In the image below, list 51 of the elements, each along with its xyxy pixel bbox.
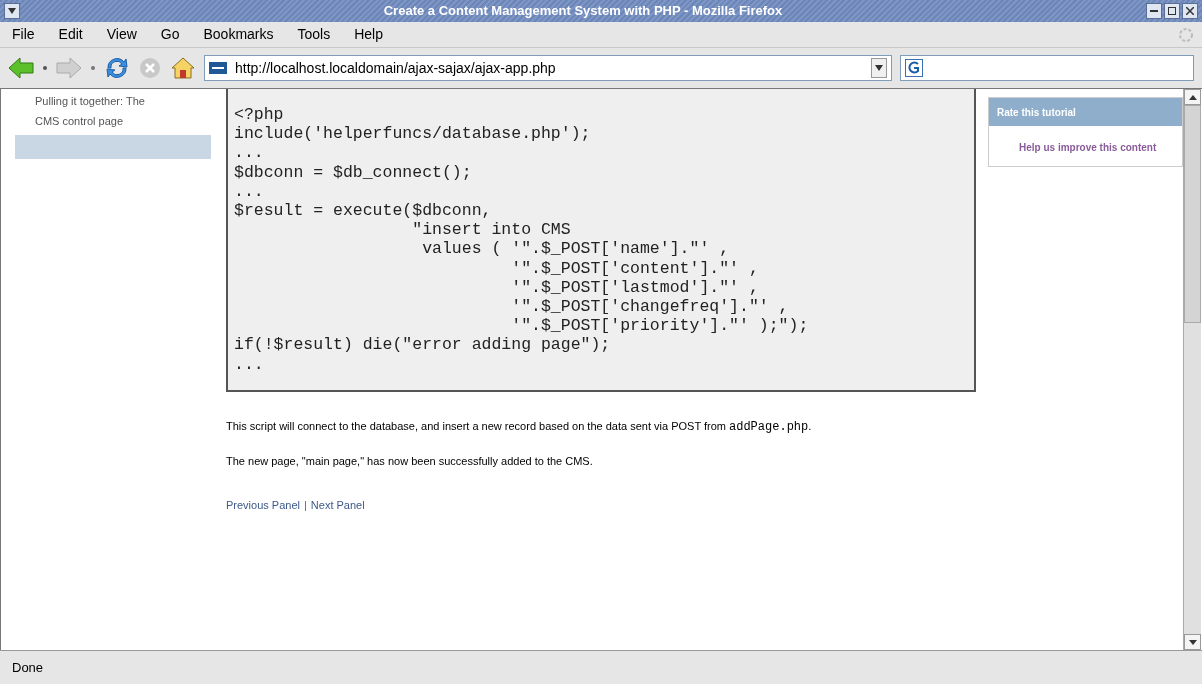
dropdown-dot-icon[interactable] <box>42 65 48 71</box>
minimize-button[interactable] <box>1146 3 1162 19</box>
window-menu-button[interactable] <box>4 3 20 19</box>
next-panel-link[interactable]: Next Panel <box>310 497 365 514</box>
code-listing: <?php include('helperfuncs/database.php'); ... $dbconn = $db_connect(); ... $result = execute($dbconn, "insert into CMS values ( '".$_POST['name']."' , '".$_POST['content']."' , '".$_POST['lastmod']."' , '".$_POST['changefreq']."' , '".$_POST['priority']."' );"); if(!$result) die("error adding page"); ... <box>226 89 976 392</box>
previous-panel-link[interactable]: Previous Panel <box>226 497 300 514</box>
vertical-scrollbar[interactable] <box>1183 89 1201 650</box>
menu-item[interactable]: Edit <box>54 24 87 45</box>
home-icon <box>170 55 196 81</box>
menu-item[interactable]: Tools <box>293 24 335 45</box>
status-text: Done <box>12 658 44 677</box>
maximize-button[interactable] <box>1164 3 1180 19</box>
chevron-down-icon <box>875 65 883 71</box>
close-button[interactable] <box>1182 3 1198 19</box>
body-paragraph: The new page, "main page," has now been successfully added to the CMS. <box>226 453 594 469</box>
separator: | <box>304 498 307 514</box>
url-dropdown-button[interactable] <box>871 58 887 78</box>
stop-icon <box>138 56 162 80</box>
dropdown-dot-icon[interactable] <box>90 65 96 71</box>
search-field[interactable] <box>900 55 1194 81</box>
window-title: Create a Content Management System with PHP - Mozilla Firefox <box>383 2 783 21</box>
menu-item[interactable]: Help <box>350 24 387 45</box>
left-arrow-icon <box>8 57 34 79</box>
maximize-icon <box>1168 7 1176 15</box>
menu-item[interactable]: View <box>102 24 141 45</box>
minimize-icon <box>1150 10 1158 12</box>
down-arrow-icon <box>1188 639 1197 645</box>
address-bar[interactable]: http://localhost.localdomain/ajax-sajax/ajax-app.php <box>204 55 892 81</box>
search-engine-icon <box>905 59 923 77</box>
feedback-link[interactable]: Help us improve this content <box>1019 142 1157 153</box>
url-text: http://localhost.localdomain/ajax-sajax/ajax-app.php <box>235 58 557 78</box>
site-favicon-icon <box>209 62 227 74</box>
right-arrow-icon <box>56 57 82 79</box>
up-arrow-icon <box>1188 94 1197 100</box>
home-button[interactable] <box>170 55 196 81</box>
scroll-down-button[interactable] <box>1184 634 1201 650</box>
close-icon <box>1186 7 1194 15</box>
rate-panel-title: Rate this tutorial <box>997 105 1076 120</box>
throbber-icon <box>1178 26 1194 43</box>
reload-button[interactable] <box>104 55 130 81</box>
sidebar-link[interactable]: Pulling it together: The <box>15 91 211 111</box>
scroll-thumb[interactable] <box>1184 105 1201 323</box>
menu-item[interactable]: Bookmarks <box>199 24 278 45</box>
sidebar-link[interactable]: CMS control page <box>15 111 211 131</box>
menu-item[interactable]: Go <box>156 24 184 45</box>
scroll-up-button[interactable] <box>1184 89 1201 105</box>
menu-item[interactable]: File <box>8 24 39 45</box>
chevron-down-icon <box>8 8 16 14</box>
body-paragraph: This script will connect to the database, and insert a new record based on the data sent via POST from addPage.php. <box>226 418 813 436</box>
reload-icon <box>104 55 130 81</box>
back-button[interactable] <box>8 57 34 79</box>
